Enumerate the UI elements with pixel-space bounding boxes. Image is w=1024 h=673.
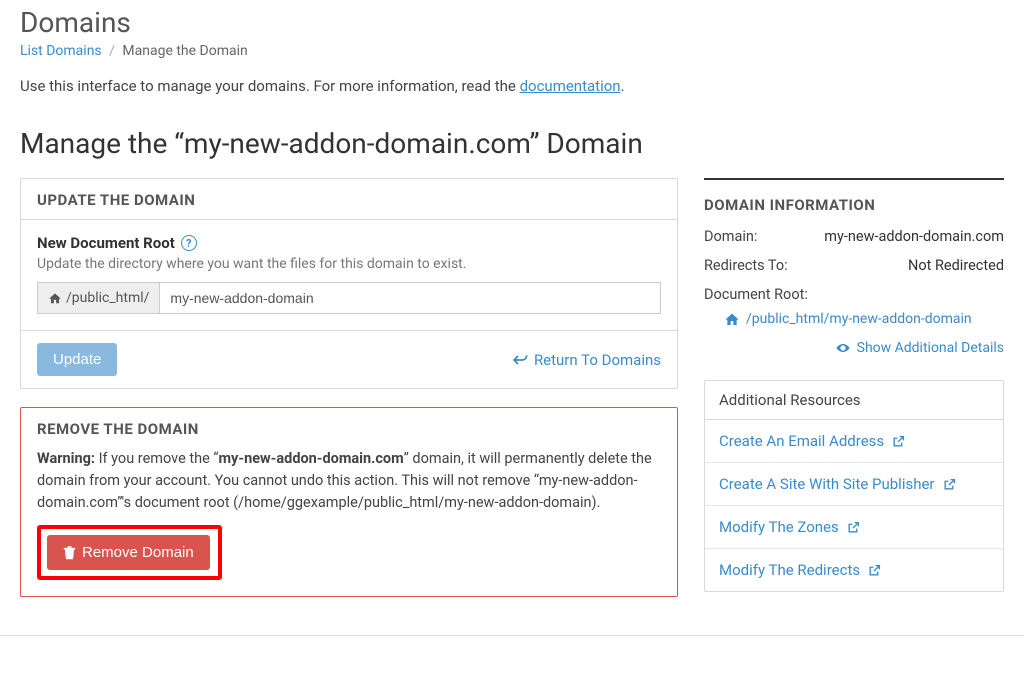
external-link-icon bbox=[943, 478, 956, 491]
manage-heading: Manage the “my-new-addon-domain.com” Dom… bbox=[20, 127, 1004, 160]
info-redirects-value: Not Redirected bbox=[908, 257, 1004, 274]
resource-text-0: Create An Email Address bbox=[719, 432, 884, 450]
show-more-details-row: Show Additional Details bbox=[704, 340, 1004, 358]
resources-header: Additional Resources bbox=[705, 381, 1003, 420]
update-button[interactable]: Update bbox=[37, 343, 117, 376]
remove-button-text: Remove Domain bbox=[82, 544, 194, 561]
docroot-input[interactable] bbox=[159, 282, 661, 314]
resources-list: Create An Email Address Create A Site Wi… bbox=[705, 420, 1003, 591]
info-docroot-label: Document Root: bbox=[704, 286, 808, 303]
remove-domain-button[interactable]: Remove Domain bbox=[47, 535, 210, 570]
external-link-icon bbox=[868, 564, 881, 577]
eye-icon bbox=[835, 342, 851, 354]
docroot-link[interactable]: /public_html/my-new-addon-domain bbox=[724, 311, 972, 327]
docroot-addon-text: /public_html/ bbox=[66, 290, 149, 306]
intro-prefix: Use this interface to manage your domain… bbox=[20, 77, 520, 95]
resource-text-1: Create A Site With Site Publisher bbox=[719, 475, 935, 493]
docroot-field-label-text: New Document Root bbox=[37, 234, 175, 252]
resource-text-2: Modify The Zones bbox=[719, 518, 839, 536]
resource-link-redirects[interactable]: Modify The Redirects bbox=[705, 549, 1003, 591]
warning-pre: If you remove the “ bbox=[95, 450, 219, 467]
update-domain-footer: Update Return To Domains bbox=[21, 330, 677, 388]
resource-link-zones[interactable]: Modify The Zones bbox=[705, 506, 1003, 548]
show-additional-details-link[interactable]: Show Additional Details bbox=[835, 340, 1004, 356]
return-to-domains-link[interactable]: Return To Domains bbox=[512, 351, 661, 369]
update-domain-header: UPDATE THE DOMAIN bbox=[21, 179, 677, 220]
docroot-field-label: New Document Root ? bbox=[37, 234, 661, 252]
remove-domain-header: REMOVE THE DOMAIN bbox=[21, 408, 677, 438]
breadcrumb-current: Manage the Domain bbox=[122, 43, 247, 59]
resource-link-site-publisher[interactable]: Create A Site With Site Publisher bbox=[705, 463, 1003, 505]
remove-domain-panel: REMOVE THE DOMAIN Warning: If you remove… bbox=[20, 407, 678, 597]
help-icon[interactable]: ? bbox=[181, 235, 197, 251]
return-link-text: Return To Domains bbox=[534, 351, 661, 369]
warning-label: Warning: bbox=[37, 450, 95, 467]
home-icon bbox=[48, 292, 62, 304]
show-more-text: Show Additional Details bbox=[857, 340, 1004, 356]
breadcrumb-separator: / bbox=[109, 43, 115, 59]
warning-domain: my-new-addon-domain.com bbox=[219, 450, 404, 467]
trash-icon bbox=[63, 546, 76, 560]
docroot-input-group: /public_html/ bbox=[37, 282, 661, 314]
docroot-addon: /public_html/ bbox=[37, 282, 159, 314]
info-domain-value: my-new-addon-domain.com bbox=[824, 228, 1004, 245]
info-domain-label: Domain: bbox=[704, 228, 757, 245]
documentation-link[interactable]: documentation bbox=[520, 77, 621, 95]
info-redirects-label: Redirects To: bbox=[704, 257, 788, 274]
domain-info-header: DOMAIN INFORMATION bbox=[704, 196, 1004, 214]
resource-link-email[interactable]: Create An Email Address bbox=[705, 420, 1003, 462]
remove-highlight-box: Remove Domain bbox=[37, 525, 222, 580]
external-link-icon bbox=[892, 435, 905, 448]
info-row-domain: Domain: my-new-addon-domain.com bbox=[704, 228, 1004, 245]
home-icon bbox=[724, 312, 740, 326]
intro-suffix: . bbox=[621, 77, 625, 95]
info-row-redirects: Redirects To: Not Redirected bbox=[704, 257, 1004, 274]
return-icon bbox=[512, 353, 528, 367]
remove-warning-text: Warning: If you remove the “my-new-addon… bbox=[37, 448, 661, 513]
page-title: Domains bbox=[20, 6, 1004, 39]
additional-resources-panel: Additional Resources Create An Email Add… bbox=[704, 380, 1004, 592]
info-row-docroot: Document Root: bbox=[704, 286, 1004, 303]
breadcrumb-list-domains[interactable]: List Domains bbox=[20, 43, 102, 59]
intro-text: Use this interface to manage your domain… bbox=[20, 77, 1004, 95]
resource-text-3: Modify The Redirects bbox=[719, 561, 860, 579]
breadcrumb: List Domains / Manage the Domain bbox=[20, 43, 1004, 59]
update-domain-panel: UPDATE THE DOMAIN New Document Root ? Up… bbox=[20, 178, 678, 389]
docroot-link-text: /public_html/my-new-addon-domain bbox=[746, 311, 972, 327]
docroot-field-desc: Update the directory where you want the … bbox=[37, 256, 661, 272]
external-link-icon bbox=[847, 521, 860, 534]
side-divider bbox=[704, 178, 1004, 180]
